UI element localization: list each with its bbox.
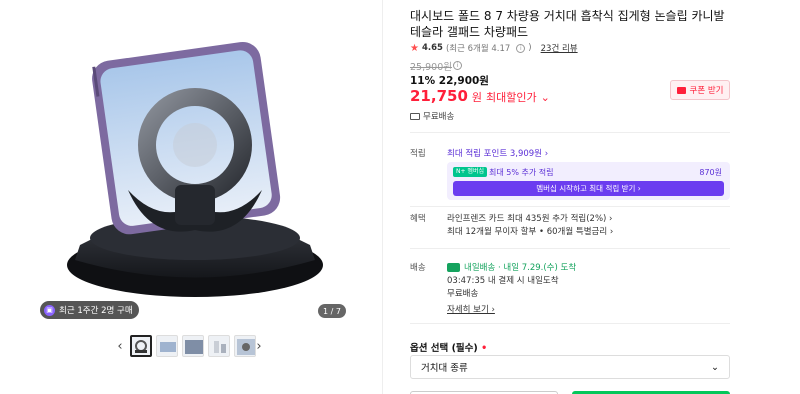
rating-row: ★ 4.65 (최근 6개월 4.17 i ) 23건 리뷰: [410, 42, 578, 55]
recent-rating-close: ): [528, 43, 532, 53]
prev-image-arrow-icon[interactable]: ‹: [113, 339, 127, 354]
discount-price: 11% 22,900원: [410, 75, 489, 87]
final-price-value: 21,750: [410, 87, 468, 105]
max-points-link[interactable]: 최대 적립 포인트 3,909원 ›: [447, 147, 548, 159]
recent-purchase-badge: ▣ 최근 1주간 2명 구매: [40, 301, 139, 319]
final-price-unit: 원: [471, 91, 483, 104]
info-icon[interactable]: i: [516, 43, 526, 53]
thumbnail-strip: [130, 335, 256, 357]
bag-icon: ▣: [44, 304, 55, 316]
delivery-detail-link[interactable]: 자세히 보기 ›: [447, 303, 495, 315]
thumbnail-2[interactable]: [156, 335, 178, 357]
extra-points-amount: 870원: [699, 168, 722, 177]
next-image-arrow-icon[interactable]: ›: [252, 339, 266, 354]
benefit-label: 혜택: [410, 214, 426, 224]
membership-join-button[interactable]: 멤버십 시작하고 최대 적립 받기 ›: [453, 181, 724, 196]
option-label-text: 옵션 선택 (필수): [410, 343, 478, 354]
truck-icon: [410, 112, 420, 120]
final-price-label[interactable]: 최대할인가: [486, 89, 537, 105]
divider: [410, 132, 730, 133]
image-counter: 1 / 7: [318, 304, 346, 318]
divider: [410, 323, 730, 324]
original-price-value: 25,900원: [410, 62, 452, 73]
product-info: 대시보드 폴드 8 7 차량용 거치대 흡착식 집게형 논슬립 카니발 테슬라 …: [410, 0, 730, 394]
chevron-down-icon[interactable]: ⌄: [541, 91, 550, 104]
thumbnail-4[interactable]: [208, 335, 230, 357]
free-shipping: 무료배송: [410, 110, 454, 122]
extra-points-text: 최대 5% 추가 적립: [489, 168, 554, 177]
rating-score: 4.65: [421, 43, 443, 53]
divider: [410, 206, 730, 207]
coupon-icon: [676, 86, 686, 94]
product-title: 대시보드 폴드 8 7 차량용 거치대 흡착식 집게형 논슬립 카니발 테슬라 …: [410, 9, 725, 39]
benefit-card-link[interactable]: 라인프렌즈 카드 최대 435원 추가 적립(2%) ›: [447, 212, 612, 224]
thumbnail-1[interactable]: [130, 335, 152, 357]
chevron-down-icon: ⌄: [711, 361, 719, 373]
points-label: 적립: [410, 149, 426, 159]
product-main-image[interactable]: [40, 20, 345, 325]
column-divider: [382, 0, 383, 394]
final-price: 21,750 원 최대할인가 ⌄: [410, 87, 550, 105]
recent-rating: (최근 6개월 4.17: [445, 44, 511, 54]
required-mark: •: [481, 343, 488, 354]
next-day-text: 내일배송 · 내일 7.29.(수) 도착: [464, 263, 577, 273]
option-select[interactable]: 거치대 종류 ⌄: [410, 355, 730, 379]
option-label: 옵션 선택 (필수) •: [410, 340, 487, 354]
divider: [410, 248, 730, 249]
naver-plus-tag: N+ 멤버십: [453, 167, 487, 177]
review-count-link[interactable]: 23건 리뷰: [541, 42, 578, 54]
delivery-cutoff: 03:47:35 내 결제 시 내일도착: [447, 276, 559, 286]
star-icon: ★: [410, 42, 419, 54]
thumbnail-3[interactable]: [182, 335, 204, 357]
benefit-installment-link[interactable]: 최대 12개월 무이자 할부 • 60개월 특별금리 ›: [447, 225, 613, 237]
next-day-badge: 내일배송 · 내일 7.29.(수) 도착: [447, 261, 576, 273]
option-selected-value: 거치대 종류: [421, 363, 468, 374]
membership-box: N+ 멤버십 최대 5% 추가 적립 870원 멤버십 시작하고 최대 적립 받…: [447, 162, 730, 200]
delivery-label: 배송: [410, 263, 426, 273]
delivery-fee: 무료배송: [447, 289, 479, 299]
recent-purchase-text: 최근 1주간 2명 구매: [59, 306, 133, 316]
coupon-button[interactable]: 쿠폰 받기: [670, 80, 730, 100]
free-shipping-label: 무료배송: [423, 112, 455, 122]
price-info-icon[interactable]: i: [453, 61, 462, 70]
original-price: 25,900원: [410, 59, 452, 73]
truck-icon: [447, 262, 460, 272]
coupon-label: 쿠폰 받기: [689, 86, 724, 96]
product-gallery: ▣ 최근 1주간 2명 구매 1 / 7 ‹ ›: [0, 0, 382, 394]
